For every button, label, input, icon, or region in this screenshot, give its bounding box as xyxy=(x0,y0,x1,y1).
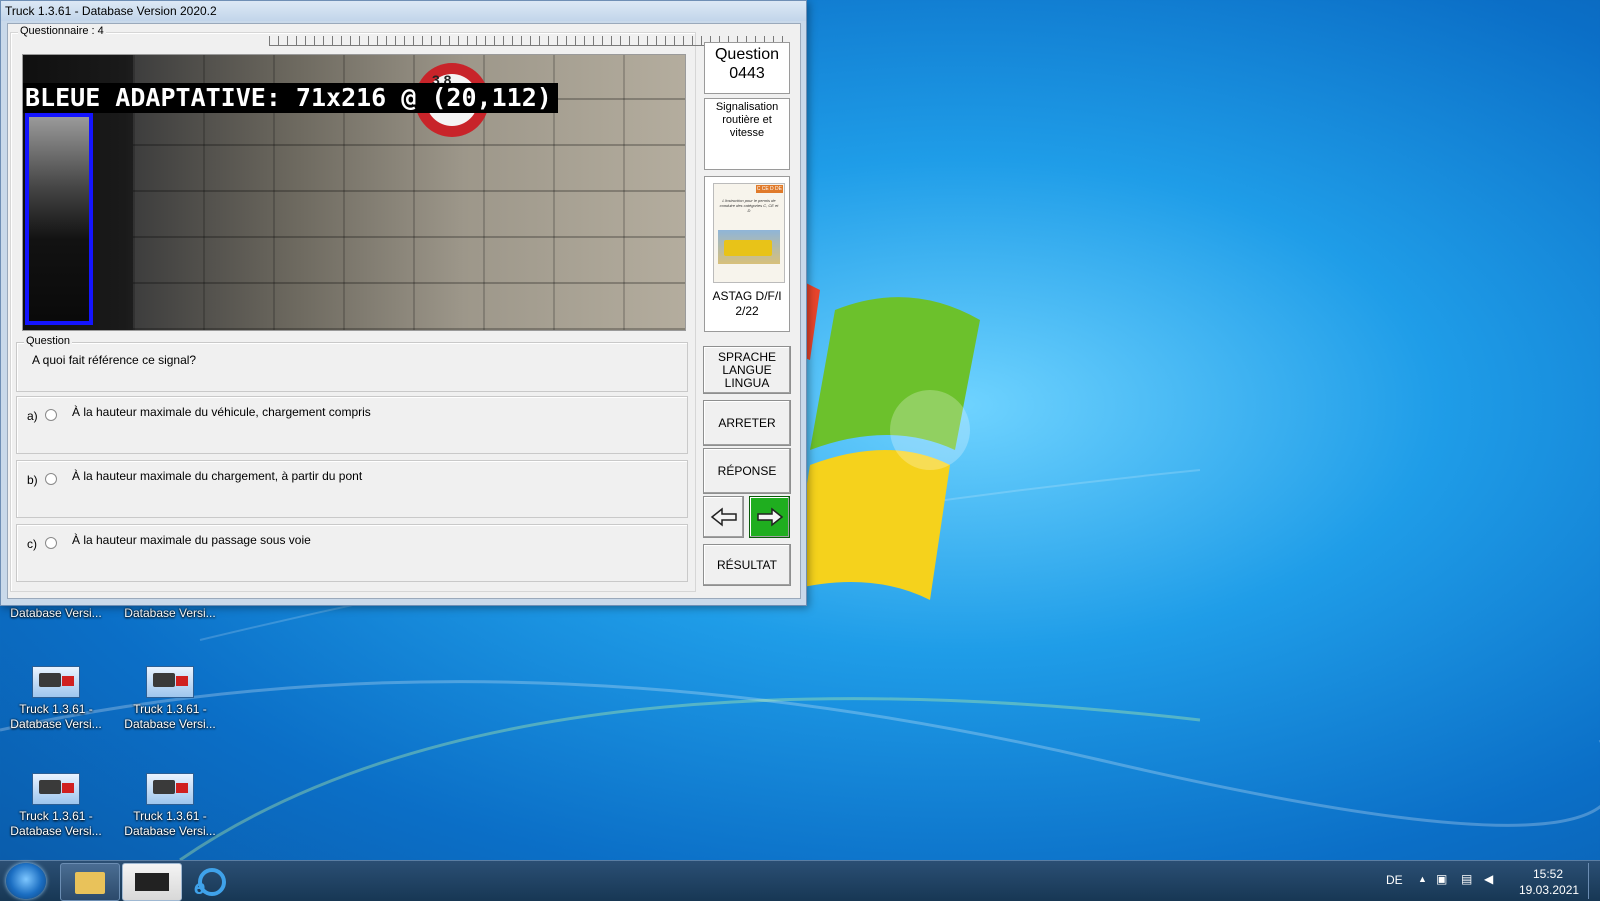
language-button[interactable]: SPRACHE LANGUE LINGUA xyxy=(703,346,791,394)
truck-app-icon xyxy=(146,666,194,698)
desktop-icon-truck-3[interactable]: Truck 1.3.61 - Database Versi... xyxy=(4,773,108,839)
question-number-box: Question 0443 xyxy=(704,42,790,94)
desktop-icon-label: Truck 1.3.61 - xyxy=(133,702,207,716)
truck-shape xyxy=(135,873,169,891)
answer-b[interactable]: b) À la hauteur maximale du chargement, … xyxy=(16,460,688,518)
answer-text: À la hauteur maximale du passage sous vo… xyxy=(72,533,311,547)
window-client-area: Questionnaire : 4 3,8 BLEUE ADAPTATIVE: … xyxy=(7,23,801,599)
answer-text: À la hauteur maximale du chargement, à p… xyxy=(72,469,363,483)
desktop-icon-truck-2[interactable]: Truck 1.3.61 - Database Versi... xyxy=(118,666,222,732)
book-cover-title: L'instruction pour le permis de conduire… xyxy=(719,198,779,213)
question-text: A quoi fait référence ce signal? xyxy=(32,353,197,367)
detection-label: BLEUE ADAPTATIVE: 71x216 @ (20,112) xyxy=(23,83,558,113)
desktop-icon-truck-4[interactable]: Truck 1.3.61 - Database Versi... xyxy=(118,773,222,839)
truck-app-icon xyxy=(32,773,80,805)
question-label: Question xyxy=(24,335,73,347)
question-number-label: Question xyxy=(714,46,780,63)
answer-letter: a) xyxy=(27,409,38,423)
folder-shape xyxy=(75,872,105,894)
truck-app-icon xyxy=(146,773,194,805)
truck-app-icon[interactable] xyxy=(122,863,182,901)
book-label-line1: ASTAG D/F/I xyxy=(712,289,782,303)
network-icon[interactable]: ▤ xyxy=(1461,872,1472,886)
windows-logo xyxy=(785,280,980,600)
next-button[interactable] xyxy=(749,496,790,538)
answer-a-radio[interactable] xyxy=(45,409,57,421)
answer-c[interactable]: c) À la hauteur maximale du passage sous… xyxy=(16,524,688,582)
answer-c-radio[interactable] xyxy=(45,537,57,549)
question-group: Question A quoi fait référence ce signal… xyxy=(16,335,688,392)
answer-text: À la hauteur maximale du véhicule, charg… xyxy=(72,405,371,419)
bus-photo xyxy=(718,230,780,264)
truck-app-icon xyxy=(32,666,80,698)
book-box: C CE D DE L'instruction pour le permis d… xyxy=(704,176,790,332)
show-hidden-icons-icon[interactable]: ▲ xyxy=(1418,874,1427,884)
window-title: Truck 1.3.61 - Database Version 2020.2 xyxy=(5,4,217,18)
desktop-icon-label: Database Versi... xyxy=(124,606,216,620)
desktop-icon-database-1[interactable]: Database Versi... xyxy=(4,606,108,621)
volume-icon[interactable]: ◀ xyxy=(1484,872,1493,886)
book-cover-tag: C CE D DE xyxy=(755,185,783,193)
desktop-icon-truck-1[interactable]: Truck 1.3.61 - Database Versi... xyxy=(4,666,108,732)
book-label-line2: 2/22 xyxy=(735,304,759,318)
desktop-icon-database-2[interactable]: Database Versi... xyxy=(118,606,222,621)
previous-button[interactable] xyxy=(703,496,744,538)
start-orb-icon[interactable] xyxy=(6,863,46,899)
desktop-icon-label: Database Versi... xyxy=(10,824,102,838)
book-cover-image: C CE D DE L'instruction pour le permis d… xyxy=(713,183,785,283)
result-button[interactable]: RÉSULTAT xyxy=(703,544,791,586)
title-bar[interactable]: Truck 1.3.61 - Database Version 2020.2 xyxy=(1,1,806,21)
answer-b-radio[interactable] xyxy=(45,473,57,485)
category-box: Signalisation routière et vitesse xyxy=(704,98,790,170)
answer-button[interactable]: RÉPONSE xyxy=(703,448,791,494)
desktop-icon-label: Database Versi... xyxy=(10,717,102,731)
detection-box xyxy=(25,113,93,325)
ie-e: e xyxy=(194,877,206,899)
desktop-icon-label: Truck 1.3.61 - xyxy=(133,809,207,823)
language-label-fr: LANGUE xyxy=(722,362,772,377)
taskbar: e DE ▲ ▣ ▤ ◀ 15:52 19.03.2021 xyxy=(0,860,1600,901)
arrow-right-icon xyxy=(756,507,783,527)
language-indicator[interactable]: DE xyxy=(1386,873,1403,887)
file-explorer-icon[interactable] xyxy=(60,863,120,901)
desktop-icon-label: Database Versi... xyxy=(10,606,102,620)
desktop-icon-label: Truck 1.3.61 - xyxy=(19,702,93,716)
answer-letter: c) xyxy=(27,537,37,551)
question-image: 3,8 BLEUE ADAPTATIVE: 71x216 @ (20,112) xyxy=(22,54,686,331)
arrow-left-icon xyxy=(710,507,737,527)
desktop-icon-label: Database Versi... xyxy=(124,717,216,731)
stop-button[interactable]: ARRETER xyxy=(703,400,791,446)
answer-letter: b) xyxy=(27,473,38,487)
answer-a[interactable]: a) À la hauteur maximale du véhicule, ch… xyxy=(16,396,688,454)
internet-explorer-icon[interactable]: e xyxy=(184,863,242,899)
clock-date[interactable]: 19.03.2021 xyxy=(1519,883,1579,897)
desktop-icon-label: Truck 1.3.61 - xyxy=(19,809,93,823)
desktop-icon-label: Database Versi... xyxy=(124,824,216,838)
action-center-icon[interactable]: ▣ xyxy=(1436,872,1447,886)
language-label-de: SPRACHE xyxy=(717,349,776,364)
clock-time[interactable]: 15:52 xyxy=(1533,867,1563,881)
questionnaire-label: Questionnaire : 4 xyxy=(18,25,106,37)
category-text: Signalisation routière et vitesse xyxy=(715,101,779,139)
show-desktop-button[interactable] xyxy=(1588,863,1599,899)
question-number-value: 0443 xyxy=(729,65,765,82)
bus-shape xyxy=(724,240,772,256)
language-label-it: LINGUA xyxy=(724,375,770,390)
app-window: Truck 1.3.61 - Database Version 2020.2 Q… xyxy=(0,0,807,606)
